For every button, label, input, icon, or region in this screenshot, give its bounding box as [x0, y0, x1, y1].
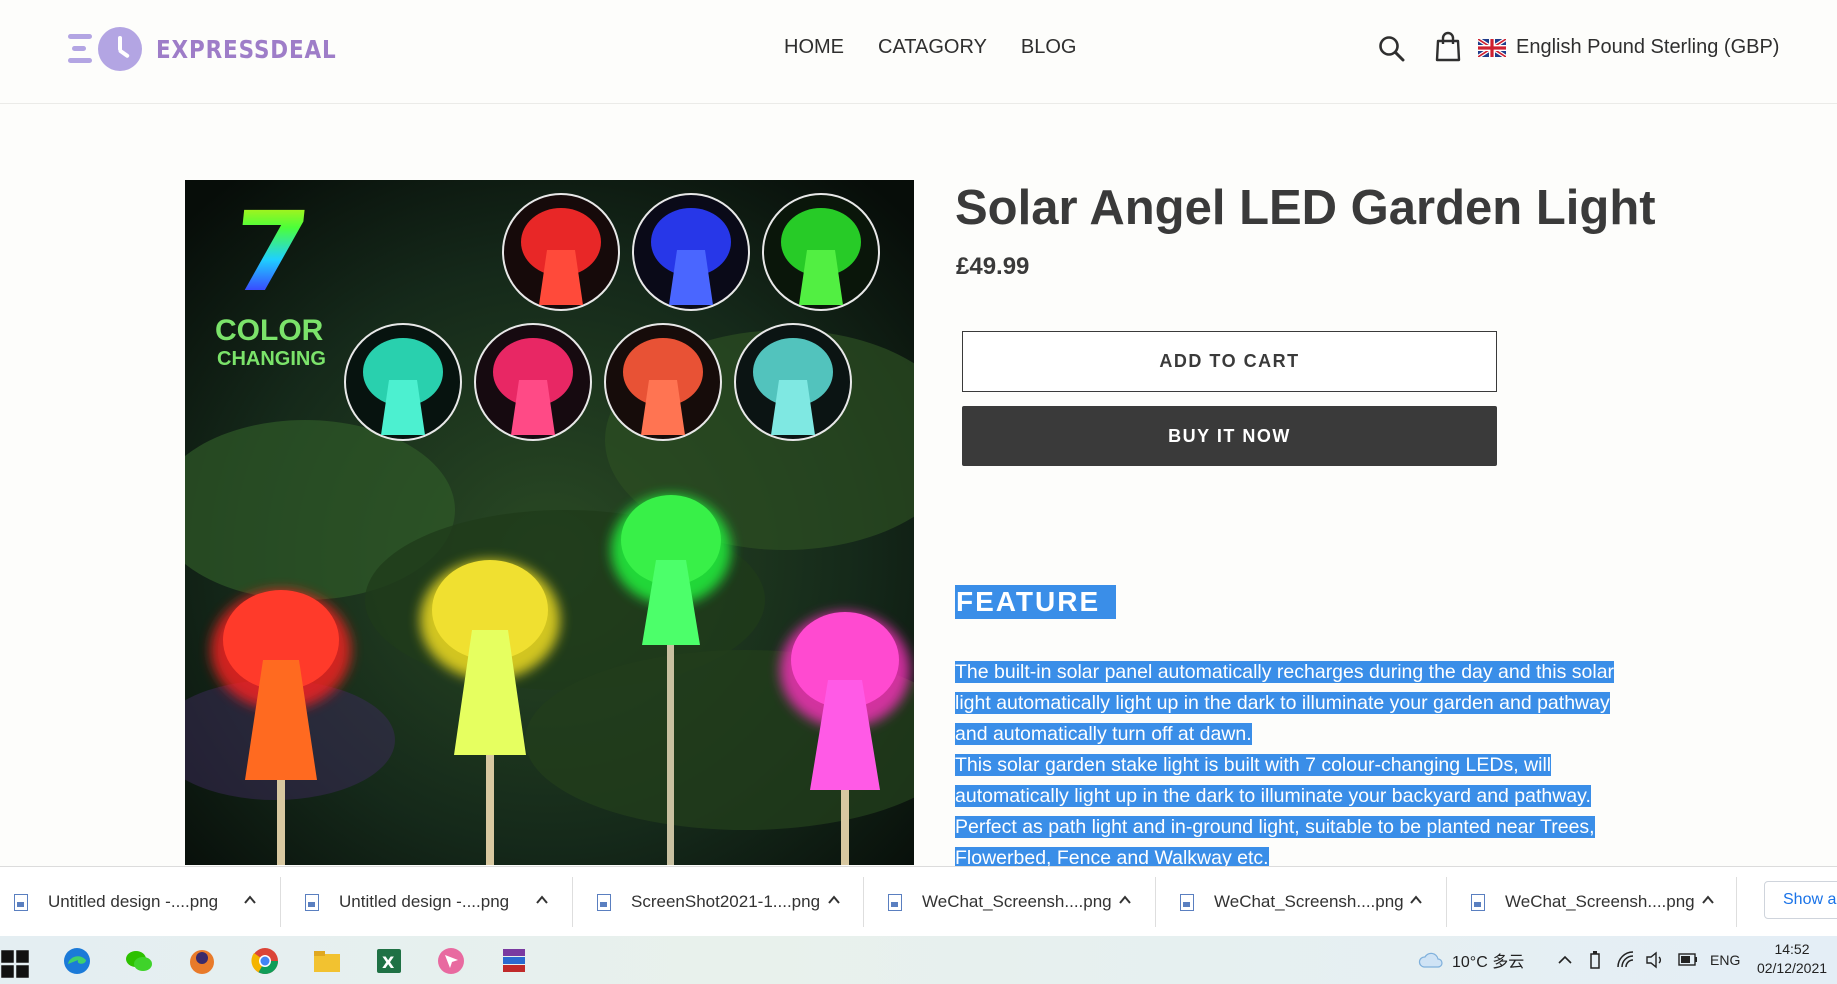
- currency-label: English Pound Sterling (GBP): [1516, 36, 1780, 58]
- excel-icon[interactable]: X: [374, 946, 404, 976]
- clock-icon: [98, 27, 142, 71]
- description-line: This solar garden stake light is built w…: [955, 754, 1552, 776]
- svg-text:X: X: [382, 953, 395, 972]
- chevron-up-icon[interactable]: [827, 893, 841, 907]
- download-item[interactable]: Untitled design -....png: [305, 867, 509, 937]
- image-file-icon: [14, 893, 28, 911]
- add-to-cart-button[interactable]: ADD TO CART: [962, 331, 1497, 392]
- chevron-up-icon[interactable]: [1409, 893, 1423, 907]
- chevron-up-icon[interactable]: [1558, 954, 1572, 966]
- wechat-icon[interactable]: [124, 946, 154, 976]
- site-header: EXPRESSDEAL HOME CATAGORY BLOG English P…: [0, 0, 1837, 104]
- chevron-up-icon[interactable]: [535, 893, 549, 907]
- svg-text:CHANGING: CHANGING: [217, 348, 326, 370]
- usb-icon[interactable]: [1589, 950, 1601, 970]
- download-item[interactable]: WeChat_Screensh....png: [1471, 867, 1695, 937]
- shopping-bag-icon[interactable]: [1435, 31, 1461, 63]
- download-filename: Untitled design -....png: [339, 892, 510, 911]
- windows-start-icon[interactable]: [0, 949, 30, 979]
- menu-lines-icon: [68, 30, 94, 68]
- winrar-icon[interactable]: [499, 946, 529, 976]
- clock-time: 14:52: [1774, 941, 1810, 957]
- chrome-icon[interactable]: [250, 946, 280, 976]
- show-all-button[interactable]: Show all: [1764, 881, 1837, 919]
- svg-text:COLOR: COLOR: [215, 314, 324, 347]
- feature-heading-text: FEATURE: [955, 585, 1117, 619]
- product-description: The built-in solar panel automatically r…: [955, 657, 1675, 874]
- image-file-icon: [1471, 893, 1485, 911]
- language-indicator[interactable]: ENG: [1710, 936, 1740, 984]
- download-filename: ScreenShot2021-1....png: [631, 892, 821, 911]
- buy-it-now-button[interactable]: BUY IT NOW: [962, 406, 1497, 466]
- image-file-icon: [597, 893, 611, 911]
- product-image[interactable]: 7 COLOR CHANGING: [185, 180, 914, 865]
- download-item[interactable]: ScreenShot2021-1....png: [597, 867, 820, 937]
- download-filename: WeChat_Screensh....png: [1214, 892, 1404, 911]
- download-item[interactable]: Untitled design -....png: [14, 867, 218, 937]
- search-icon[interactable]: [1378, 33, 1406, 65]
- product-title: Solar Angel LED Garden Light: [955, 181, 1656, 235]
- svg-text:7: 7: [226, 189, 316, 317]
- description-line: and automatically turn off at dawn.: [955, 723, 1252, 745]
- brand-name: EXPRESSDEAL: [156, 34, 337, 64]
- image-file-icon: [305, 893, 319, 911]
- brand-logo[interactable]: EXPRESSDEAL: [68, 26, 366, 72]
- main-nav: HOME CATAGORY BLOG: [784, 36, 1076, 59]
- nav-blog[interactable]: BLOG: [1021, 36, 1077, 59]
- arrow-app-icon[interactable]: [436, 946, 466, 976]
- product-price: £49.99: [956, 253, 1030, 280]
- wifi-icon[interactable]: [1616, 950, 1636, 970]
- cloud-icon: [1418, 952, 1443, 968]
- product-photo: 7 COLOR CHANGING: [185, 180, 914, 865]
- clock-date: 02/12/2021: [1756, 960, 1828, 976]
- app-icon[interactable]: [187, 946, 217, 976]
- chevron-up-icon[interactable]: [243, 893, 257, 907]
- download-filename: Untitled design -....png: [48, 892, 219, 911]
- feature-heading: FEATURE: [955, 585, 1117, 619]
- description-line: Perfect as path light and in-ground ligh…: [955, 816, 1595, 838]
- taskbar: X 10°C 多云 ENG 14:52 02/12/2021: [0, 936, 1837, 984]
- battery-icon[interactable]: [1678, 953, 1698, 966]
- nav-catagory[interactable]: CATAGORY: [878, 36, 987, 59]
- currency-selector[interactable]: English Pound Sterling (GBP): [1478, 36, 1779, 59]
- weather-widget[interactable]: 10°C 多云: [1418, 936, 1524, 984]
- download-filename: WeChat_Screensh....png: [922, 892, 1112, 911]
- downloads-bar: Untitled design -....png Untitled design…: [0, 866, 1837, 937]
- volume-icon[interactable]: [1645, 951, 1665, 969]
- edge-icon[interactable]: [62, 946, 92, 976]
- description-line: automatically light up in the dark to il…: [955, 785, 1591, 807]
- chevron-up-icon[interactable]: [1118, 893, 1132, 907]
- nav-home[interactable]: HOME: [784, 36, 844, 59]
- download-item[interactable]: WeChat_Screensh....png: [1180, 867, 1404, 937]
- description-line: The built-in solar panel automatically r…: [955, 661, 1615, 683]
- file-explorer-icon[interactable]: [312, 946, 342, 976]
- weather-text: 10°C 多云: [1452, 954, 1525, 971]
- image-file-icon: [888, 893, 902, 911]
- download-item[interactable]: WeChat_Screensh....png: [888, 867, 1112, 937]
- system-clock[interactable]: 14:52 02/12/2021: [1752, 940, 1832, 978]
- uk-flag-icon: [1478, 38, 1506, 57]
- download-filename: WeChat_Screensh....png: [1505, 892, 1695, 911]
- description-line: light automatically light up in the dark…: [955, 692, 1610, 714]
- chevron-up-icon[interactable]: [1701, 893, 1715, 907]
- image-file-icon: [1180, 893, 1194, 911]
